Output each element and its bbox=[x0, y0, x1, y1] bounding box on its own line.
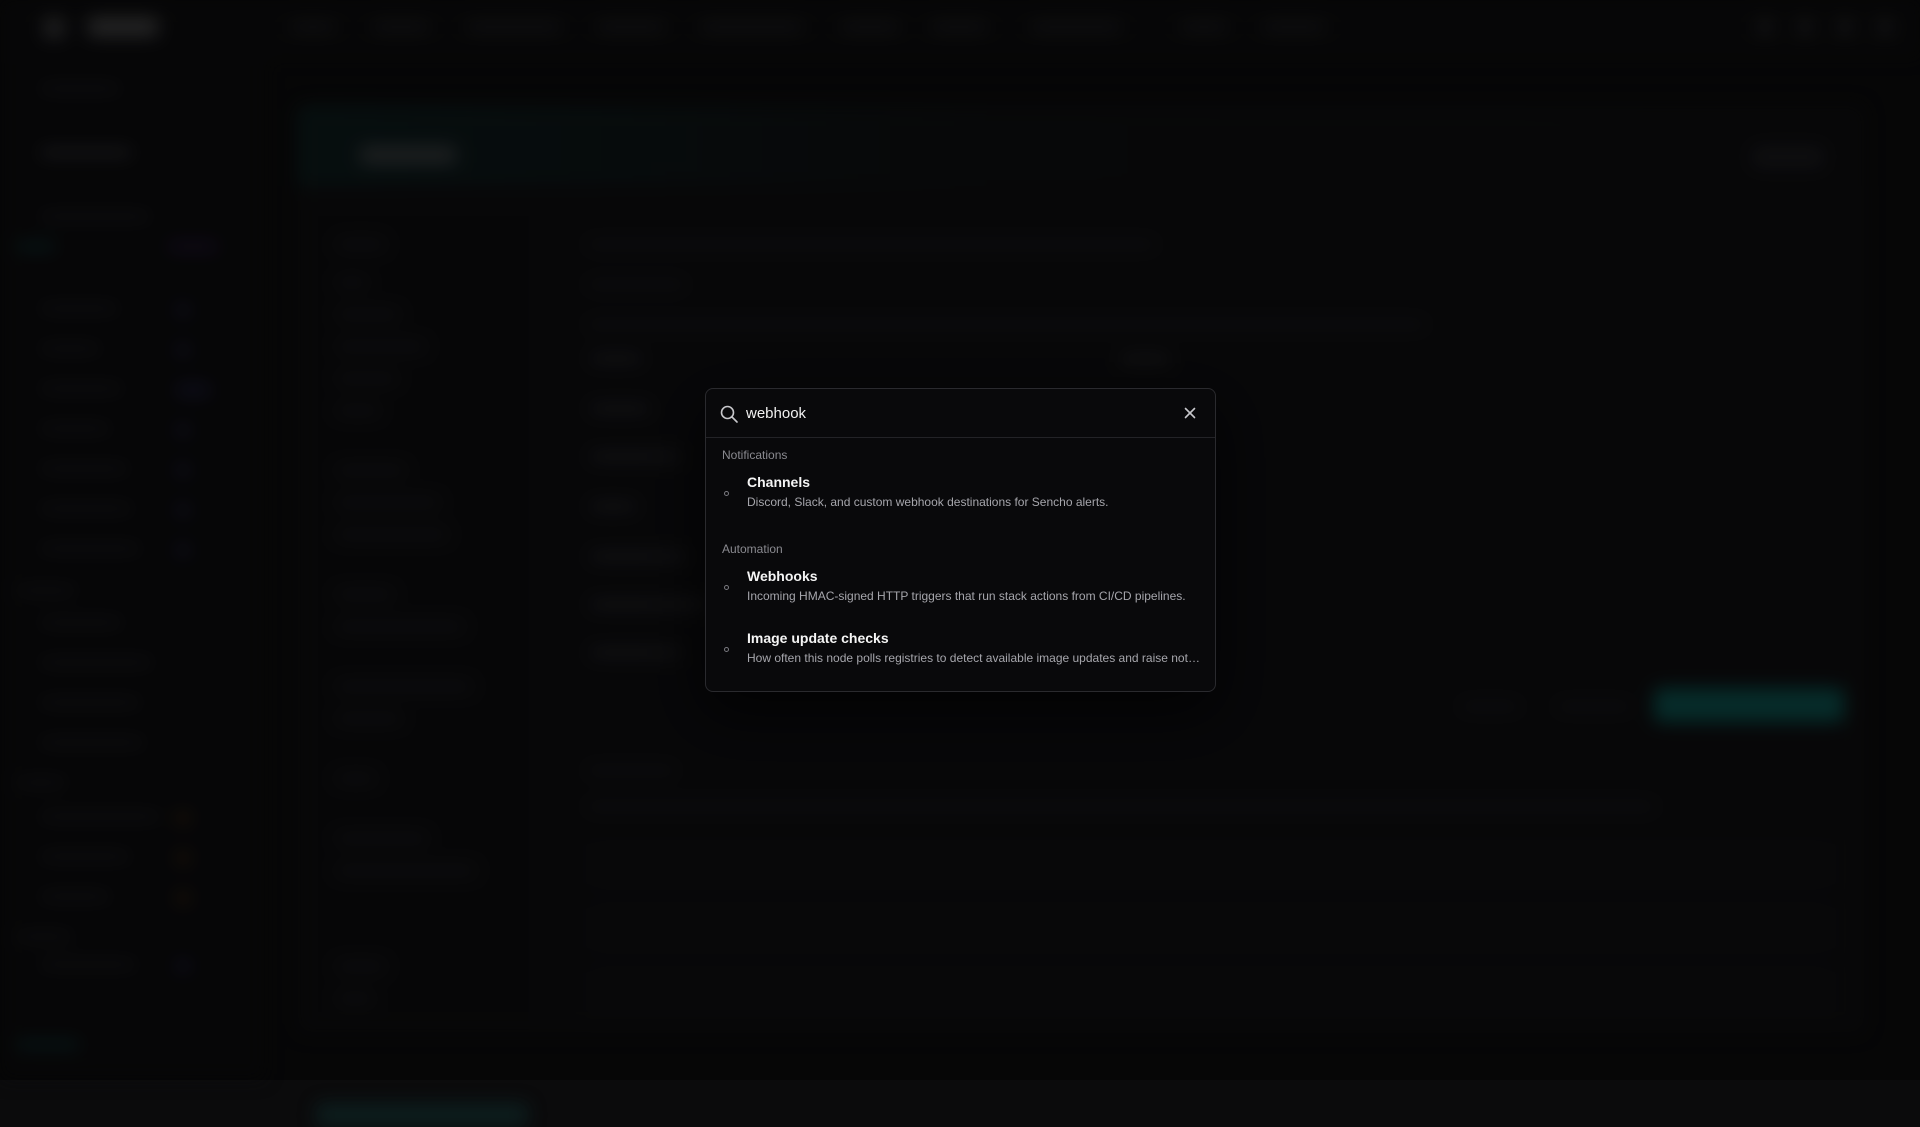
subnav-active-item bbox=[316, 1103, 528, 1127]
result-bullet-icon bbox=[724, 491, 729, 496]
search-input[interactable] bbox=[746, 401, 1146, 425]
result-bullet-icon bbox=[724, 585, 729, 590]
result-description: How often this node polls registries to … bbox=[747, 651, 1202, 665]
search-icon bbox=[720, 405, 738, 423]
search-bar bbox=[706, 389, 1215, 438]
result-channels[interactable]: Channels Discord, Slack, and custom webh… bbox=[712, 468, 1209, 520]
result-title: Channels bbox=[747, 474, 811, 490]
result-description: Discord, Slack, and custom webhook desti… bbox=[747, 495, 1109, 509]
result-title: Image update checks bbox=[747, 630, 889, 646]
result-title: Webhooks bbox=[747, 568, 818, 584]
close-icon[interactable] bbox=[1180, 403, 1200, 423]
result-image-update-checks[interactable]: Image update checks How often this node … bbox=[712, 624, 1209, 676]
group-label-notifications: Notifications bbox=[722, 448, 788, 462]
result-webhooks[interactable]: Webhooks Incoming HMAC-signed HTTP trigg… bbox=[712, 562, 1209, 614]
command-palette: Notifications Channels Discord, Slack, a… bbox=[705, 388, 1216, 692]
result-description: Incoming HMAC-signed HTTP triggers that … bbox=[747, 589, 1186, 603]
result-bullet-icon bbox=[724, 647, 729, 652]
group-label-automation: Automation bbox=[722, 542, 783, 556]
